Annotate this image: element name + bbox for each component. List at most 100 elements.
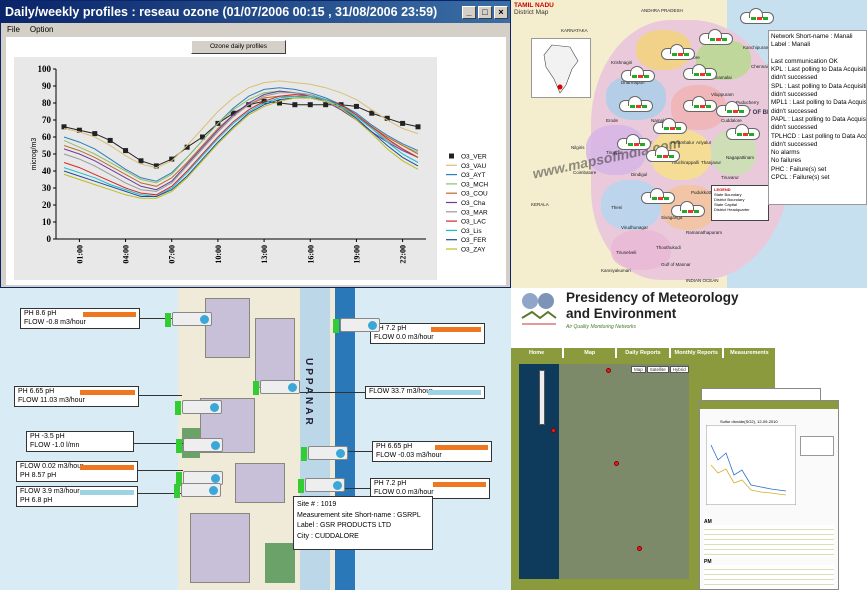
y-tick-label: 30	[42, 183, 52, 193]
station-cloud-icon[interactable]	[683, 64, 717, 80]
district-label: Kanniyakumari	[601, 268, 631, 273]
ph-reading-box[interactable]: PH 7.2 pH FLOW 0.0 m3/hour	[370, 323, 485, 344]
map-type-map[interactable]: Map	[631, 366, 646, 373]
y-tick-label: 50	[42, 149, 52, 159]
status-light	[700, 73, 705, 76]
sensor-device-icon[interactable]	[333, 318, 380, 333]
close-icon[interactable]: ×	[494, 5, 508, 19]
ph-reading-box[interactable]: FLOW 3.9 m3/hour PH 6.8 pH	[16, 486, 138, 507]
info-line: No failures	[771, 157, 802, 165]
station-cloud-icon[interactable]	[671, 201, 705, 217]
sensor-device-icon[interactable]	[176, 438, 223, 453]
status-light	[706, 105, 711, 108]
status-light	[174, 484, 180, 498]
nav-daily-reports[interactable]: Daily Reports	[617, 348, 669, 358]
station-cloud-icon[interactable]	[661, 44, 695, 60]
report-legend	[800, 436, 834, 456]
status-light	[657, 155, 662, 158]
legend-entry: O3_Cha	[461, 200, 486, 207]
status-light	[700, 105, 705, 108]
sensor-globe-icon	[333, 481, 342, 490]
presidency-panel: Presidency of Meteorology and Environmen…	[511, 288, 867, 590]
nav-home[interactable]: Home	[511, 348, 563, 358]
pm-table	[704, 565, 834, 589]
status-light	[628, 143, 633, 146]
level-bar	[80, 490, 135, 495]
connector-line	[348, 451, 372, 452]
info-line: didn't successed	[771, 91, 818, 99]
info-line: CPCL : Failure(s) set	[771, 174, 830, 182]
maximize-icon[interactable]: □	[478, 5, 492, 19]
district-label: Thoothukudi	[656, 245, 681, 250]
station-pin[interactable]	[637, 546, 642, 551]
ph-reading-box[interactable]: FLOW 0.02 m3/hour PH 8.57 pH	[16, 461, 138, 482]
daily-report-window: Sulfur dioxide(SO2), 12-09-2010 AM PM	[699, 400, 839, 590]
map-type-hybrid[interactable]: Hybrid	[669, 366, 689, 373]
nav-map[interactable]: Map	[564, 348, 616, 358]
district-label: Ariyalur	[696, 140, 712, 145]
ph-reading-box[interactable]: PH 6.65 pH FLOW -0.03 m3/hour	[372, 441, 492, 462]
sensor-device-icon[interactable]	[301, 446, 348, 461]
zoom-slider[interactable]	[539, 370, 545, 425]
menu-option[interactable]: Option	[30, 25, 54, 34]
station-cloud-icon[interactable]	[683, 96, 717, 112]
station-cloud-icon[interactable]	[646, 146, 680, 162]
reading-line: FLOW 11.03 m3/hour	[18, 396, 85, 404]
status-light	[763, 17, 768, 20]
ph-reading-box[interactable]: PH -3.5 pH FLOW -1.0 l/mn	[26, 431, 134, 452]
district-label: Nagapattinam	[726, 155, 755, 160]
status-light	[652, 197, 657, 200]
map-type-satellite[interactable]: Satellite	[646, 366, 669, 373]
status-light	[301, 447, 307, 461]
minimize-icon[interactable]: _	[462, 5, 476, 19]
legend-entry: O3_FER	[461, 237, 487, 244]
industrial-block	[205, 298, 250, 358]
legend-entry: O3_VER	[461, 154, 487, 161]
station-pin[interactable]	[606, 368, 611, 373]
status-light	[743, 133, 748, 136]
reading-line: PH -3.5 pH	[30, 433, 65, 440]
window-titlebar: Daily/weekly profiles : reseau ozone (01…	[1, 1, 510, 23]
ph-reading-box[interactable]: PH 8.6 pH FLOW -0.8 m3/hour	[20, 308, 140, 329]
station-cloud-icon[interactable]	[699, 29, 733, 45]
sensor-device-icon[interactable]	[175, 400, 222, 415]
map-header-title: TAMIL NADU	[514, 2, 554, 9]
station-cloud-icon[interactable]	[641, 188, 675, 204]
status-light	[664, 197, 669, 200]
ph-reading-box[interactable]: PH 6.65 pH FLOW 11.03 m3/hour	[14, 386, 139, 407]
sensor-globe-icon	[209, 486, 218, 495]
station-cloud-icon[interactable]	[621, 66, 655, 82]
level-bar	[80, 390, 135, 395]
status-light	[733, 110, 738, 113]
status-light	[757, 17, 762, 20]
status-light	[737, 133, 742, 136]
report-tabs[interactable]	[700, 401, 838, 409]
status-light	[670, 127, 675, 130]
station-cloud-icon[interactable]	[716, 101, 750, 117]
menu-file[interactable]: File	[7, 25, 20, 34]
x-tick-label: 19:00	[352, 245, 361, 264]
station-cloud-icon[interactable]	[740, 8, 774, 24]
sensor-device-icon[interactable]	[174, 483, 221, 498]
y-tick-label: 10	[42, 217, 52, 227]
station-pin[interactable]	[551, 428, 556, 433]
station-cloud-icon[interactable]	[726, 124, 760, 140]
station-cloud-icon[interactable]	[617, 134, 651, 150]
reading-line: PH 6.8 pH	[20, 496, 53, 504]
sensor-device-icon[interactable]	[165, 312, 212, 327]
ph-reading-box[interactable]: FLOW 33.7 m3/hour	[365, 386, 485, 399]
window-title: Daily/weekly profiles : reseau ozone (01…	[5, 5, 438, 19]
ozone-profiles-window: Daily/weekly profiles : reseau ozone (01…	[0, 0, 511, 288]
nav-monthly-reports[interactable]: Monthly Reports	[670, 348, 722, 358]
map-logo: TAMIL NADU District Map	[514, 2, 554, 16]
station-pin[interactable]	[614, 461, 619, 466]
nav-measurements[interactable]: Measurements	[723, 348, 776, 358]
status-light	[658, 197, 663, 200]
station-cloud-icon[interactable]	[619, 96, 653, 112]
reading-line: FLOW 0.0 m3/hour	[374, 333, 434, 341]
station-cloud-icon[interactable]	[653, 118, 687, 134]
district-label: Viluppuram	[711, 92, 734, 97]
sensor-device-icon[interactable]	[298, 478, 345, 493]
data-point	[123, 148, 129, 154]
sensor-device-icon[interactable]	[253, 380, 300, 395]
